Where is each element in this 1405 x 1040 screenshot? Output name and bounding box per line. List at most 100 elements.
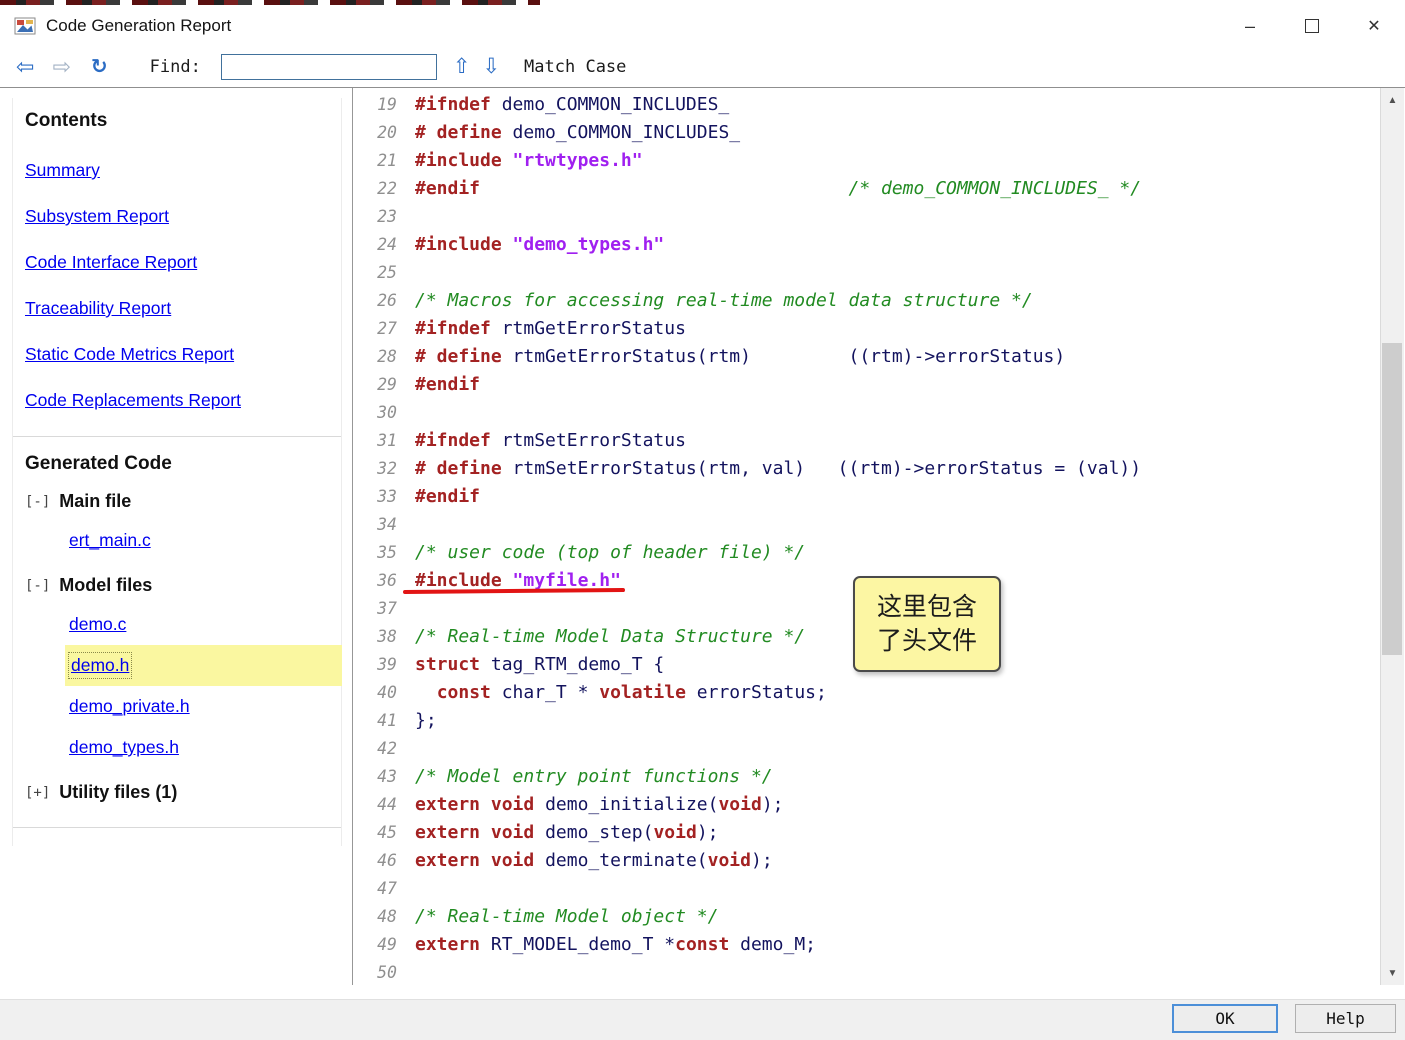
tree-toggle-icon[interactable]: [-] — [25, 578, 50, 594]
code-line: 24 #include "demo_types.h" — [361, 231, 1380, 259]
line-number: 48 — [377, 907, 397, 926]
line-number: 23 — [377, 207, 397, 226]
code-line: 42 — [361, 735, 1380, 763]
main-region: Contents Summary Subsystem Report Code Int… — [0, 88, 1405, 1000]
window-controls: – ✕ — [1219, 5, 1405, 46]
contents-heading: Contents — [25, 110, 108, 131]
find-input[interactable] — [220, 53, 437, 80]
line-number: 37 — [377, 599, 397, 618]
code-line: 20 # define demo_COMMON_INCLUDES_ — [361, 119, 1380, 147]
tree-item: demo_types.h — [69, 727, 341, 768]
line-number: 46 — [377, 851, 397, 870]
maximize-button[interactable] — [1281, 5, 1343, 46]
match-case-toggle[interactable]: Match Case — [524, 57, 626, 77]
sidebar-divider-bottom — [13, 827, 341, 828]
code-line: 31 #ifndef rtmSetErrorStatus — [361, 427, 1380, 455]
scrollbar-thumb[interactable] — [1382, 343, 1402, 655]
tree-group-label: Main file — [59, 491, 132, 511]
close-button[interactable]: ✕ — [1343, 5, 1405, 46]
code-line: 49 extern RT_MODEL_demo_T *const demo_M; — [361, 931, 1380, 959]
code-line: 25 — [361, 259, 1380, 287]
title-bar: Code Generation Report – ✕ — [0, 5, 1405, 46]
line-number: 29 — [377, 375, 397, 394]
tree-item-link[interactable]: demo_types.h — [69, 737, 179, 758]
line-number: 30 — [377, 403, 397, 422]
footer-bar: OK Help — [0, 999, 1405, 1040]
tree-item-link[interactable]: demo.h — [67, 652, 133, 679]
code-line: 34 — [361, 511, 1380, 539]
tree-group-header: [-] Model files — [25, 575, 341, 596]
contents-link[interactable]: Static Code Metrics Report — [25, 344, 341, 365]
contents-link[interactable]: Code Interface Report — [25, 252, 341, 273]
close-icon: ✕ — [1367, 17, 1381, 35]
help-button[interactable]: Help — [1295, 1004, 1396, 1033]
line-number: 49 — [377, 935, 397, 954]
contents-link[interactable]: Summary — [25, 160, 341, 181]
line-number: 47 — [377, 879, 397, 898]
tree-group-label: Model files — [59, 575, 153, 595]
code-line: 48/* Real-time Model object */ — [361, 903, 1380, 931]
line-number: 32 — [377, 459, 397, 478]
line-number: 41 — [377, 711, 397, 730]
contents-link[interactable]: Subsystem Report — [25, 206, 341, 227]
tree-item-link[interactable]: demo.c — [69, 614, 126, 635]
code-line: 28 # define rtmGetErrorStatus(rtm) ((rtm)… — [361, 343, 1380, 371]
sidebar: Contents Summary Subsystem Report Code Int… — [12, 98, 342, 846]
line-number: 20 — [377, 123, 397, 142]
contents-link[interactable]: Code Replacements Report — [25, 390, 341, 411]
tree-group-header: [-] Main file — [25, 491, 341, 512]
code-line: 30 — [361, 399, 1380, 427]
toolbar: ⇦ ⇨ ↻ Find: ⇧ ⇩ Match Case — [0, 46, 1405, 88]
minimize-icon: – — [1244, 15, 1255, 36]
contents-link[interactable]: Traceability Report — [25, 298, 341, 319]
code-line: 29 #endif — [361, 371, 1380, 399]
minimize-button[interactable]: – — [1219, 5, 1281, 46]
line-number: 39 — [377, 655, 397, 674]
find-next-icon[interactable]: ⇩ — [482, 55, 500, 78]
contents-links: Summary Subsystem Report Code Interface Re… — [13, 160, 341, 411]
line-number: 21 — [377, 151, 397, 170]
annotation-text-line1: 这里包含 — [877, 593, 978, 621]
line-number: 38 — [377, 627, 397, 646]
tree-item: ert_main.c — [69, 520, 341, 561]
annotation-callout: 这里包含 了头文件 — [853, 576, 1002, 672]
forward-icon[interactable]: ⇨ — [52, 55, 70, 78]
window-title: Code Generation Report — [46, 15, 232, 35]
line-number: 35 — [377, 543, 397, 562]
generated-code-heading: Generated Code — [25, 453, 172, 474]
maximize-icon — [1305, 18, 1319, 33]
tree-group-label: Utility files (1) — [59, 782, 178, 802]
code-line: 47 — [361, 875, 1380, 903]
line-number: 25 — [377, 263, 397, 282]
line-number: 42 — [377, 739, 397, 758]
line-number: 26 — [377, 291, 397, 310]
find-label: Find: — [149, 56, 201, 77]
line-number: 34 — [377, 515, 397, 534]
line-number: 36 — [377, 571, 397, 590]
find-previous-icon[interactable]: ⇧ — [453, 55, 471, 78]
tree-toggle-icon[interactable]: [-] — [25, 494, 50, 510]
ok-button[interactable]: OK — [1172, 1004, 1278, 1033]
tree-group-header: [+] Utility files (1) — [25, 782, 341, 803]
code-line: 41}; — [361, 707, 1380, 735]
back-icon[interactable]: ⇦ — [16, 55, 34, 78]
line-number: 27 — [377, 319, 397, 338]
refresh-icon[interactable]: ↻ — [91, 56, 108, 78]
code-lines: 19 #ifndef demo_COMMON_INCLUDES_ 20 # defin… — [353, 88, 1380, 985]
line-number: 44 — [377, 795, 397, 814]
file-tree: [-] Main file ert_main.c [-] Model files demo… — [13, 491, 342, 803]
line-number: 43 — [377, 767, 397, 786]
annotation-text-line2: 了头文件 — [877, 627, 978, 655]
scroll-down-icon[interactable]: ▼ — [1381, 963, 1404, 983]
tree-item-link[interactable]: demo_private.h — [69, 696, 190, 717]
line-number: 40 — [377, 683, 397, 702]
tree-item: demo.h — [65, 645, 342, 686]
vertical-scrollbar[interactable]: ▲ ▼ — [1380, 88, 1404, 985]
scroll-up-icon[interactable]: ▲ — [1381, 90, 1404, 110]
tree-item-link[interactable]: ert_main.c — [69, 530, 151, 551]
tree-toggle-icon[interactable]: [+] — [25, 785, 50, 801]
code-line: 43/* Model entry point functions */ — [361, 763, 1380, 791]
code-line: 46 extern void demo_terminate(void); — [361, 847, 1380, 875]
code-line: 45 extern void demo_step(void); — [361, 819, 1380, 847]
line-number: 50 — [377, 963, 397, 982]
